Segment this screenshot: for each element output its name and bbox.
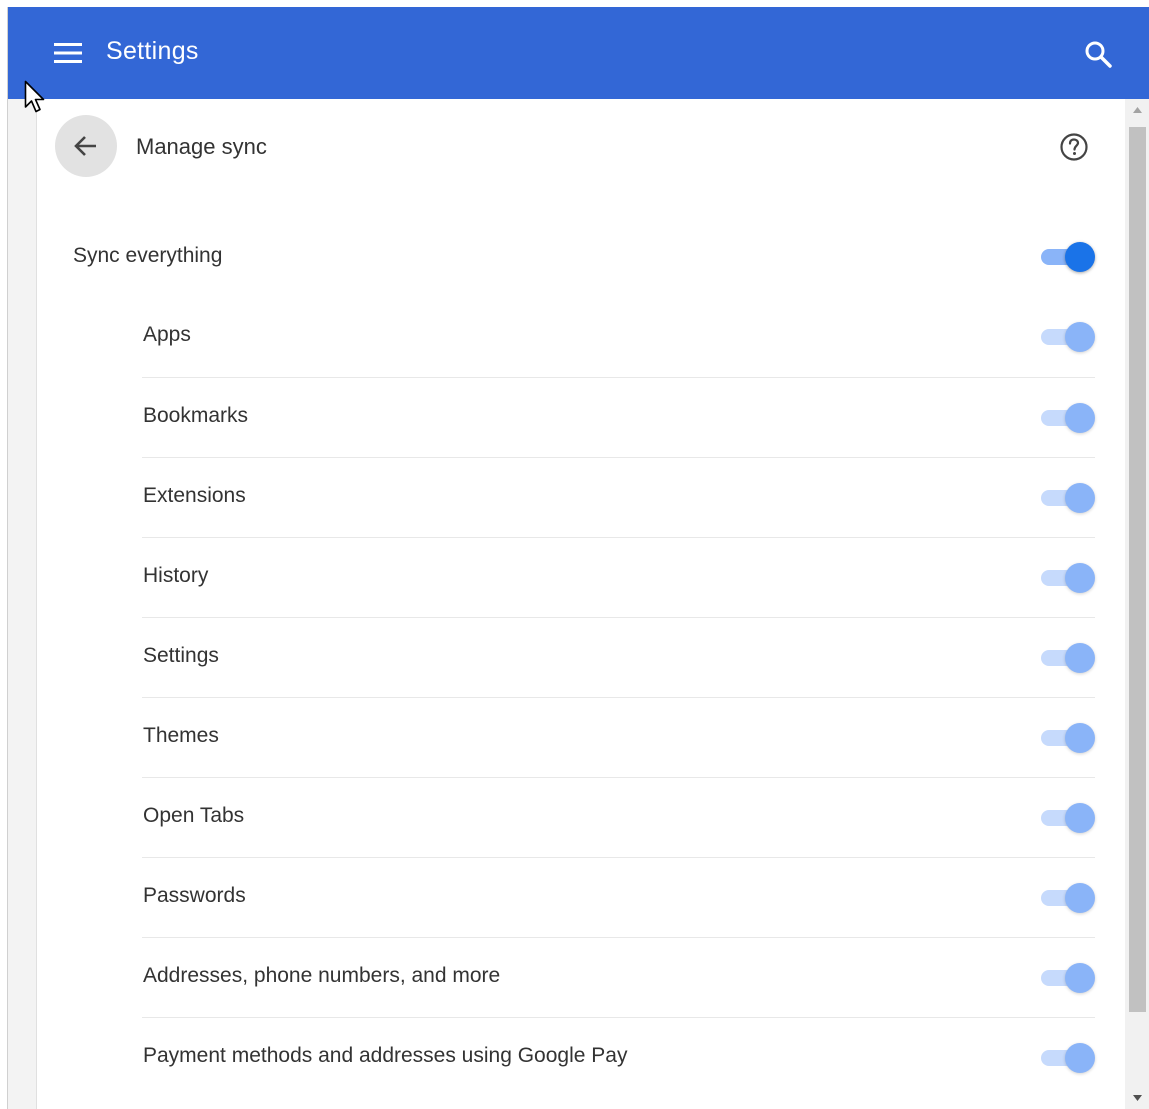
sync-everything-toggle[interactable] (1039, 242, 1095, 272)
scroll-up-arrow-icon[interactable] (1125, 99, 1149, 121)
toggle-knob (1065, 643, 1095, 673)
sync-item-toggle[interactable] (1039, 643, 1095, 673)
toggle-knob (1065, 483, 1095, 513)
sync-item-label: Open Tabs (143, 804, 245, 827)
sync-item-toggle[interactable] (1039, 403, 1095, 433)
sync-item-history: History (142, 537, 1095, 617)
sync-item-label: Apps (143, 323, 191, 346)
sync-item-toggle[interactable] (1039, 723, 1095, 753)
settings-window: Settings Manage sync Sync everything App… (7, 7, 1149, 1109)
toggle-knob (1065, 723, 1095, 753)
help-circle-icon[interactable] (1059, 132, 1089, 162)
sync-item-label: History (143, 564, 209, 587)
toggle-knob (1065, 242, 1095, 272)
sync-item-toggle[interactable] (1039, 563, 1095, 593)
sync-item-bookmarks: Bookmarks (142, 377, 1095, 457)
content-area: Manage sync Sync everything Apps Bookmar… (8, 99, 1125, 1109)
sync-item-toggle[interactable] (1039, 883, 1095, 913)
sync-item-label: Passwords (143, 884, 246, 907)
sync-everything-label: Sync everything (73, 244, 223, 267)
search-icon[interactable] (1083, 39, 1113, 69)
sync-item-toggle[interactable] (1039, 803, 1095, 833)
page-title: Manage sync (136, 134, 267, 159)
sync-item-open-tabs: Open Tabs (142, 777, 1095, 857)
sync-items-list: Apps Bookmarks Extensions History Settin… (142, 297, 1095, 1097)
sync-item-settings: Settings (142, 617, 1095, 697)
sync-item-apps: Apps (142, 297, 1095, 377)
manage-sync-card: Manage sync Sync everything Apps Bookmar… (36, 99, 1125, 1109)
sync-item-label: Bookmarks (143, 404, 249, 427)
toggle-knob (1065, 403, 1095, 433)
sync-item-label: Addresses, phone numbers, and more (143, 964, 501, 987)
toggle-knob (1065, 563, 1095, 593)
sync-item-addresses: Addresses, phone numbers, and more (142, 937, 1095, 1017)
scrollbar-thumb[interactable] (1129, 127, 1146, 1012)
toggle-knob (1065, 963, 1095, 993)
toggle-knob (1065, 803, 1095, 833)
sync-item-label: Settings (143, 644, 219, 667)
sync-item-label: Payment methods and addresses using Goog… (143, 1044, 628, 1067)
sync-everything-row: Sync everything (37, 217, 1126, 297)
sync-item-toggle[interactable] (1039, 963, 1095, 993)
mouse-pointer-icon (24, 80, 48, 116)
scroll-down-arrow-icon[interactable] (1125, 1087, 1149, 1109)
sync-item-toggle[interactable] (1039, 322, 1095, 352)
sync-item-extensions: Extensions (142, 457, 1095, 537)
back-button[interactable] (55, 115, 117, 177)
sync-item-themes: Themes (142, 697, 1095, 777)
sync-item-label: Extensions (143, 484, 246, 507)
toggle-knob (1065, 883, 1095, 913)
settings-toolbar: Settings (8, 7, 1149, 99)
sync-item-passwords: Passwords (142, 857, 1095, 937)
toggle-knob (1065, 322, 1095, 352)
sync-item-label: Themes (143, 724, 219, 747)
sync-item-toggle[interactable] (1039, 483, 1095, 513)
toggle-knob (1065, 1043, 1095, 1073)
hamburger-menu-icon[interactable] (52, 41, 84, 65)
vertical-scrollbar[interactable] (1125, 99, 1149, 1109)
sync-item-toggle[interactable] (1039, 1043, 1095, 1073)
toolbar-title: Settings (106, 37, 199, 65)
sync-item-payment-methods: Payment methods and addresses using Goog… (142, 1017, 1095, 1097)
back-arrow-icon (74, 136, 96, 156)
